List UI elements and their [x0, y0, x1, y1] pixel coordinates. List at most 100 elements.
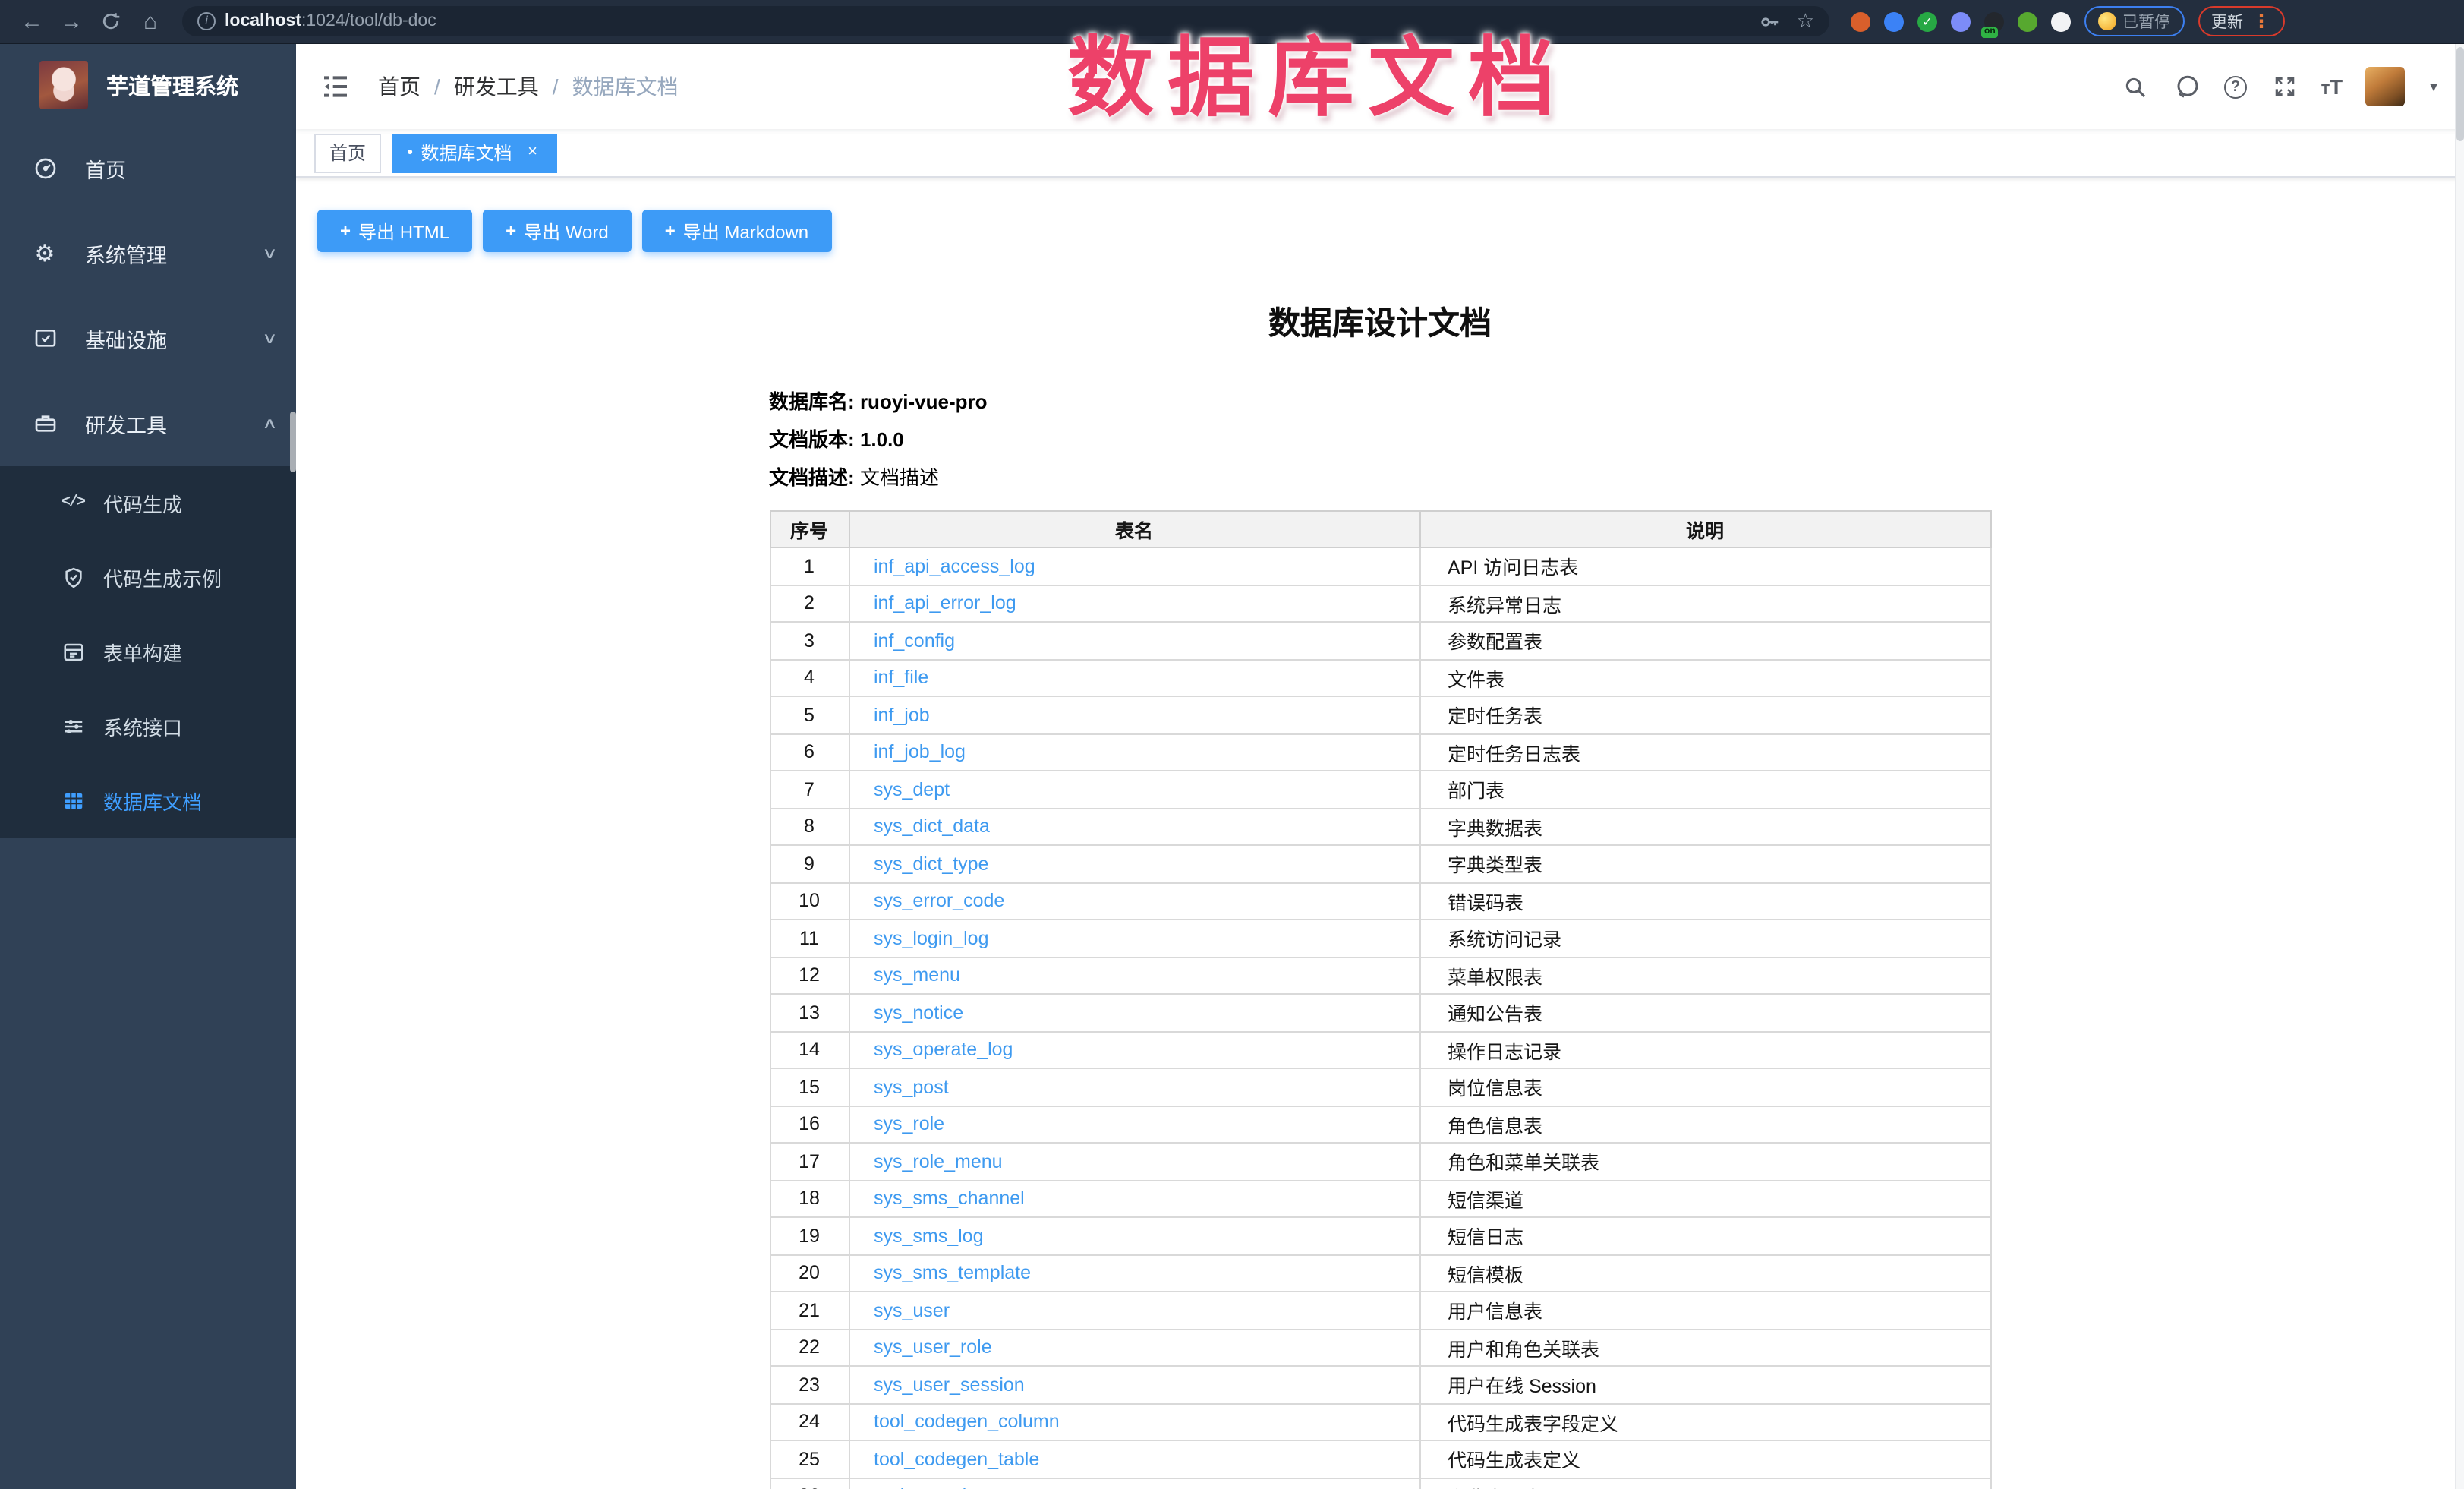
browser-forward-button[interactable]: →	[52, 5, 91, 38]
sidebar-item-devtools[interactable]: 研发工具 ∧	[0, 381, 296, 466]
font-size-icon[interactable]: TT	[2321, 75, 2343, 98]
table-name-link[interactable]: sys_post	[874, 1077, 949, 1098]
sidebar-scrollbar-thumb[interactable]	[290, 412, 296, 472]
table-description: 岗位信息表	[1419, 1068, 1990, 1106]
sidebar-item-db-doc[interactable]: 数据库文档	[0, 764, 296, 838]
fullscreen-icon[interactable]	[2270, 72, 2299, 101]
table-name-link[interactable]: sys_sms_template	[874, 1263, 1031, 1284]
browser-back-button[interactable]: ←	[12, 5, 52, 38]
table-name-cell: sys_dict_type	[849, 845, 1419, 882]
table-name-cell: sys_menu	[849, 957, 1419, 994]
table-name-link[interactable]: sys_user_session	[874, 1374, 1025, 1396]
extension-green-shield-icon[interactable]: ✓	[1917, 11, 1937, 31]
top-navbar: 首页 / 研发工具 / 数据库文档	[296, 44, 2464, 129]
table-description: 用户和角色关联表	[1419, 1329, 1990, 1366]
table-name-link[interactable]: inf_api_access_log	[874, 556, 1035, 577]
browser-home-button[interactable]: ⌂	[131, 5, 170, 38]
table-description: 角色信息表	[1419, 1106, 1990, 1143]
export-markdown-button[interactable]: + 导出 Markdown	[642, 210, 831, 252]
breadcrumb-item-devtools[interactable]: 研发工具	[454, 71, 539, 102]
row-index: 3	[770, 622, 849, 659]
table-name-link[interactable]: sys_user	[874, 1300, 950, 1321]
table-name-link[interactable]: sys_role_menu	[874, 1151, 1003, 1172]
row-index: 25	[770, 1440, 849, 1478]
sidebar: 芋道管理系统 首页 ⚙ 系统管理 ∨	[0, 44, 296, 1489]
chevron-down-icon: ∨	[261, 330, 277, 347]
table-name-link[interactable]: sys_role	[874, 1114, 944, 1135]
app-logo-row[interactable]: 芋道管理系统	[0, 44, 296, 126]
bookmark-star-icon[interactable]: ☆	[1797, 9, 1814, 33]
table-name-link[interactable]: inf_job_log	[874, 742, 966, 763]
user-menu-caret-icon[interactable]: ▼	[2428, 80, 2440, 93]
sidebar-item-label: 代码生成示例	[103, 563, 222, 592]
extensions-row: ✓ on	[1851, 11, 2071, 31]
extension-blue-pin-icon[interactable]	[1884, 11, 1904, 31]
table-name-link[interactable]: tool_codegen_table	[874, 1449, 1039, 1470]
extension-colorful-grid-icon[interactable]	[1951, 11, 1971, 31]
github-icon[interactable]	[2173, 72, 2201, 101]
table-row: 1inf_api_access_logAPI 访问日志表	[770, 547, 1990, 585]
table-name-link[interactable]: sys_menu	[874, 965, 960, 986]
sidebar-item-form-builder[interactable]: 表单构建	[0, 615, 296, 689]
table-description: 系统访问记录	[1419, 920, 1990, 957]
extension-orange-circle-icon[interactable]	[1851, 11, 1870, 31]
paused-chip[interactable]: 已暂停	[2084, 6, 2184, 36]
table-name-link[interactable]: inf_api_error_log	[874, 593, 1016, 614]
table-row: 11sys_login_log系统访问记录	[770, 920, 1990, 957]
page-content: + 导出 HTML + 导出 Word + 导出 Markdown 数据库设计文…	[296, 178, 2464, 1489]
sidebar-item-codegen[interactable]: </> 代码生成	[0, 466, 296, 541]
plus-icon: +	[340, 220, 351, 241]
table-row: 3inf_config参数配置表	[770, 622, 1990, 659]
sidebar-item-infrastructure[interactable]: 基础设施 ∨	[0, 296, 296, 381]
breadcrumb-separator: /	[553, 74, 559, 99]
table-name-link[interactable]: sys_login_log	[874, 928, 989, 949]
row-index: 16	[770, 1106, 849, 1143]
close-icon[interactable]: ×	[523, 143, 543, 162]
table-name-link[interactable]: tool_test_demo	[874, 1486, 1004, 1489]
page-scrollbar-thumb[interactable]	[2456, 47, 2463, 141]
search-icon[interactable]	[2121, 72, 2150, 101]
sidebar-item-system[interactable]: ⚙ 系统管理 ∨	[0, 211, 296, 296]
info-icon[interactable]: i	[197, 12, 216, 30]
export-word-button[interactable]: + 导出 Word	[483, 210, 632, 252]
update-chip[interactable]: 更新 ⋮	[2198, 6, 2284, 36]
table-name-link[interactable]: sys_dict_type	[874, 853, 988, 875]
sidebar-item-system-api[interactable]: 系统接口	[0, 689, 296, 764]
table-name-link[interactable]: inf_job	[874, 705, 930, 726]
table-name-link[interactable]: sys_dept	[874, 779, 950, 800]
table-name-cell: sys_operate_log	[849, 1031, 1419, 1068]
table-name-link[interactable]: inf_file	[874, 667, 928, 689]
dashboard-icon	[32, 156, 58, 181]
browser-menu-icon[interactable]: ⋮	[2252, 11, 2270, 32]
extension-puzzle-icon[interactable]	[2051, 11, 2071, 31]
table-description: 字典类型表	[1419, 845, 1990, 882]
table-name-link[interactable]: sys_user_role	[874, 1337, 992, 1358]
sidebar-item-home[interactable]: 首页	[0, 126, 296, 211]
help-icon[interactable]: ?	[2224, 75, 2247, 98]
breadcrumb-item-home[interactable]: 首页	[378, 71, 421, 102]
url-bar[interactable]: i localhost:1024/tool/db-doc ☆	[182, 6, 1829, 36]
table-name-link[interactable]: sys_notice	[874, 1002, 963, 1024]
table-name-link[interactable]: inf_config	[874, 630, 955, 651]
row-index: 5	[770, 696, 849, 733]
extension-dark-stack-icon[interactable]: on	[1984, 11, 2004, 31]
table-name-cell: sys_sms_log	[849, 1217, 1419, 1254]
table-name-link[interactable]: sys_sms_channel	[874, 1188, 1025, 1210]
export-html-button[interactable]: + 导出 HTML	[317, 210, 472, 252]
table-name-link[interactable]: sys_error_code	[874, 891, 1004, 912]
sidebar-collapse-icon[interactable]	[320, 71, 351, 102]
table-row: 7sys_dept部门表	[770, 771, 1990, 808]
sidebar-item-codegen-demo[interactable]: 代码生成示例	[0, 541, 296, 615]
table-name-link[interactable]: sys_sms_log	[874, 1226, 984, 1247]
key-icon[interactable]	[1759, 10, 1782, 33]
table-name-link[interactable]: sys_operate_log	[874, 1039, 1013, 1061]
table-name-link[interactable]: tool_codegen_column	[874, 1412, 1060, 1433]
browser-reload-button[interactable]	[91, 5, 131, 38]
tag-db-doc[interactable]: ● 数据库文档 ×	[392, 133, 558, 172]
extension-green-leaf-icon[interactable]	[2018, 11, 2037, 31]
table-name-link[interactable]: sys_dict_data	[874, 816, 990, 838]
tag-home[interactable]: 首页	[314, 133, 381, 172]
user-avatar[interactable]	[2365, 67, 2405, 106]
table-description: 文件表	[1419, 659, 1990, 696]
app-title: 芋道管理系统	[106, 69, 238, 101]
